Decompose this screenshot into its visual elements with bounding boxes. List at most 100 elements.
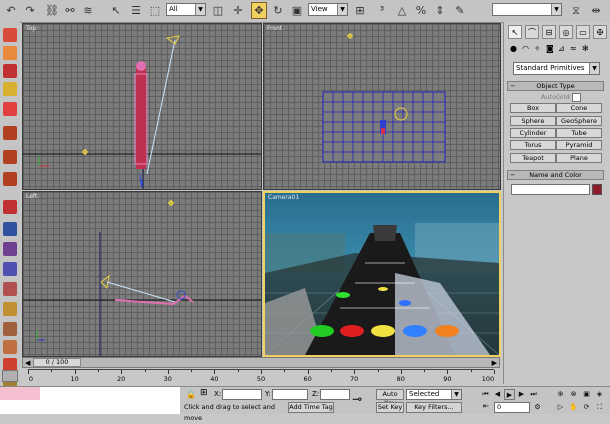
- reference-coordinate-dropdown[interactable]: View ▼: [308, 3, 348, 16]
- torus-button[interactable]: Torus: [510, 140, 556, 150]
- previous-frame-icon[interactable]: ◀: [492, 389, 503, 400]
- bind-space-warp-icon[interactable]: ≋: [80, 2, 96, 19]
- chevron-right-icon[interactable]: ▶: [492, 359, 497, 367]
- select-and-move-icon[interactable]: ✛: [230, 2, 246, 19]
- key-mode-dropdown[interactable]: Selected ▼: [406, 389, 462, 400]
- geosphere-button[interactable]: GeoSphere: [556, 116, 602, 126]
- primitive-category-dropdown[interactable]: Standard Primitives ▼: [513, 62, 600, 75]
- object-type-rollout[interactable]: − Object Type: [507, 81, 604, 91]
- select-and-scale-icon[interactable]: ▣: [289, 2, 305, 19]
- utilities-tab-icon[interactable]: ✠: [593, 25, 607, 39]
- name-and-color-rollout[interactable]: − Name and Color: [507, 170, 604, 180]
- percent-snap-icon[interactable]: %: [413, 2, 429, 19]
- cone-button[interactable]: Cone: [556, 103, 602, 113]
- next-frame-icon[interactable]: ▶: [516, 389, 527, 400]
- select-and-rotate-icon[interactable]: ↻: [270, 2, 286, 19]
- spring-icon[interactable]: [3, 222, 17, 236]
- pan-view-icon[interactable]: ✋: [568, 402, 579, 413]
- plane-button[interactable]: Plane: [556, 153, 602, 163]
- time-configuration-icon[interactable]: ⚙: [532, 402, 543, 413]
- cameras-icon[interactable]: ◙: [546, 44, 554, 53]
- m-modifier-icon[interactable]: [3, 126, 17, 140]
- absolute-transform-icon[interactable]: ⊞: [200, 388, 208, 398]
- go-to-end-icon[interactable]: ⏭: [528, 389, 539, 400]
- zoom-extents-icon[interactable]: ▣: [581, 389, 592, 400]
- track-bar[interactable]: 0 10 20 30 40 50 60 70 80 90 100: [22, 368, 500, 386]
- soft-body-icon[interactable]: [3, 64, 17, 78]
- teapot-button[interactable]: Teapot: [510, 153, 556, 163]
- selection-filter-dropdown[interactable]: All ▼: [166, 3, 206, 16]
- y-coordinate-input[interactable]: [272, 389, 308, 400]
- zoom-extents-all-icon[interactable]: ◈: [594, 389, 605, 400]
- named-selection-icon[interactable]: ✎: [452, 2, 468, 19]
- tube-button[interactable]: Tube: [556, 128, 602, 138]
- x-coordinate-input[interactable]: [222, 389, 262, 400]
- pivot-center-icon[interactable]: ⊞: [352, 2, 368, 19]
- set-key-icon[interactable]: ⊸: [352, 392, 362, 406]
- display-tab-icon[interactable]: ▭: [576, 25, 590, 39]
- current-frame-input[interactable]: 0: [494, 402, 530, 413]
- wind-icon[interactable]: [3, 322, 17, 336]
- select-and-move-active-icon[interactable]: ✥: [251, 2, 267, 19]
- space-warps-icon[interactable]: ≈: [570, 44, 577, 53]
- key-mode-toggle-icon[interactable]: ⇤: [483, 402, 489, 410]
- spinner-snap-icon[interactable]: ⇕: [432, 2, 448, 19]
- snap-toggle-icon[interactable]: ³: [374, 2, 390, 19]
- select-object-icon[interactable]: ↖: [108, 2, 124, 19]
- sphere-button[interactable]: Sphere: [510, 116, 556, 126]
- m-modifier-icon[interactable]: [3, 172, 17, 186]
- select-by-name-icon[interactable]: ☰: [128, 2, 144, 19]
- z-coordinate-input[interactable]: [320, 389, 350, 400]
- mirror-icon[interactable]: ⧖: [568, 2, 584, 19]
- set-key-button[interactable]: Set Key: [376, 402, 404, 413]
- motion-tab-icon[interactable]: ◎: [559, 25, 573, 39]
- shapes-icon[interactable]: ◠: [522, 44, 529, 53]
- pyramid-button[interactable]: Pyramid: [556, 140, 602, 150]
- zoom-all-icon[interactable]: ⊗: [568, 389, 579, 400]
- track-bar-toggle-icon[interactable]: [2, 370, 18, 382]
- viewport-front[interactable]: Front: [263, 23, 501, 190]
- rigid-body-icon[interactable]: [3, 28, 17, 42]
- time-slider[interactable]: ◀ 0 / 100 ▶: [22, 357, 500, 368]
- create-tab-icon[interactable]: ↖: [508, 25, 522, 39]
- dashpot-icon[interactable]: [3, 242, 17, 256]
- undo-icon[interactable]: ↶: [3, 2, 19, 19]
- time-slider-thumb[interactable]: 0 / 100: [33, 358, 81, 367]
- play-icon[interactable]: ▶: [504, 389, 515, 400]
- viewport-top[interactable]: Top: [22, 23, 262, 190]
- arc-rotate-icon[interactable]: ⟳: [581, 402, 592, 413]
- select-and-link-icon[interactable]: ⛓: [44, 2, 60, 19]
- star-icon[interactable]: [3, 102, 17, 116]
- maxscript-listener[interactable]: [0, 387, 180, 414]
- viewport-left[interactable]: Left: [22, 191, 262, 357]
- auto-key-button[interactable]: Auto Key: [376, 389, 404, 407]
- autogrid-checkbox[interactable]: [572, 93, 581, 102]
- box-button[interactable]: Box: [510, 103, 556, 113]
- m-modifier-icon[interactable]: [3, 150, 17, 164]
- hierarchy-tab-icon[interactable]: ⊟: [542, 25, 556, 39]
- lock-selection-icon[interactable]: 🔒: [186, 390, 196, 399]
- plane-icon[interactable]: [3, 200, 17, 214]
- viewport-camera[interactable]: Camera01: [263, 191, 501, 357]
- object-color-swatch[interactable]: [592, 184, 602, 195]
- hinge-icon[interactable]: [3, 262, 17, 276]
- systems-icon[interactable]: ✻: [582, 44, 589, 53]
- add-time-tag-button[interactable]: Add Time Tag: [288, 402, 334, 413]
- point-to-point-icon[interactable]: [3, 282, 17, 296]
- window-crossing-icon[interactable]: ◫: [210, 2, 226, 19]
- redo-icon[interactable]: ↷: [22, 2, 38, 19]
- angle-snap-icon[interactable]: △: [394, 2, 410, 19]
- unlink-icon[interactable]: ⚯: [62, 2, 78, 19]
- geometry-icon[interactable]: ●: [510, 44, 517, 53]
- rope-icon[interactable]: [3, 82, 17, 96]
- named-selection-sets-dropdown[interactable]: ▼: [492, 3, 562, 16]
- field-of-view-icon[interactable]: ▷: [555, 402, 566, 413]
- modify-tab-icon[interactable]: ⌒: [525, 25, 539, 39]
- key-filters-button[interactable]: Key Filters...: [406, 402, 462, 413]
- chevron-left-icon[interactable]: ◀: [25, 359, 30, 367]
- go-to-start-icon[interactable]: ⏮: [480, 389, 491, 400]
- rectangular-selection-icon[interactable]: ⬚: [147, 2, 163, 19]
- cylinder-button[interactable]: Cylinder: [510, 128, 556, 138]
- ragdoll-icon[interactable]: [3, 302, 17, 316]
- lights-icon[interactable]: ✧: [534, 44, 541, 53]
